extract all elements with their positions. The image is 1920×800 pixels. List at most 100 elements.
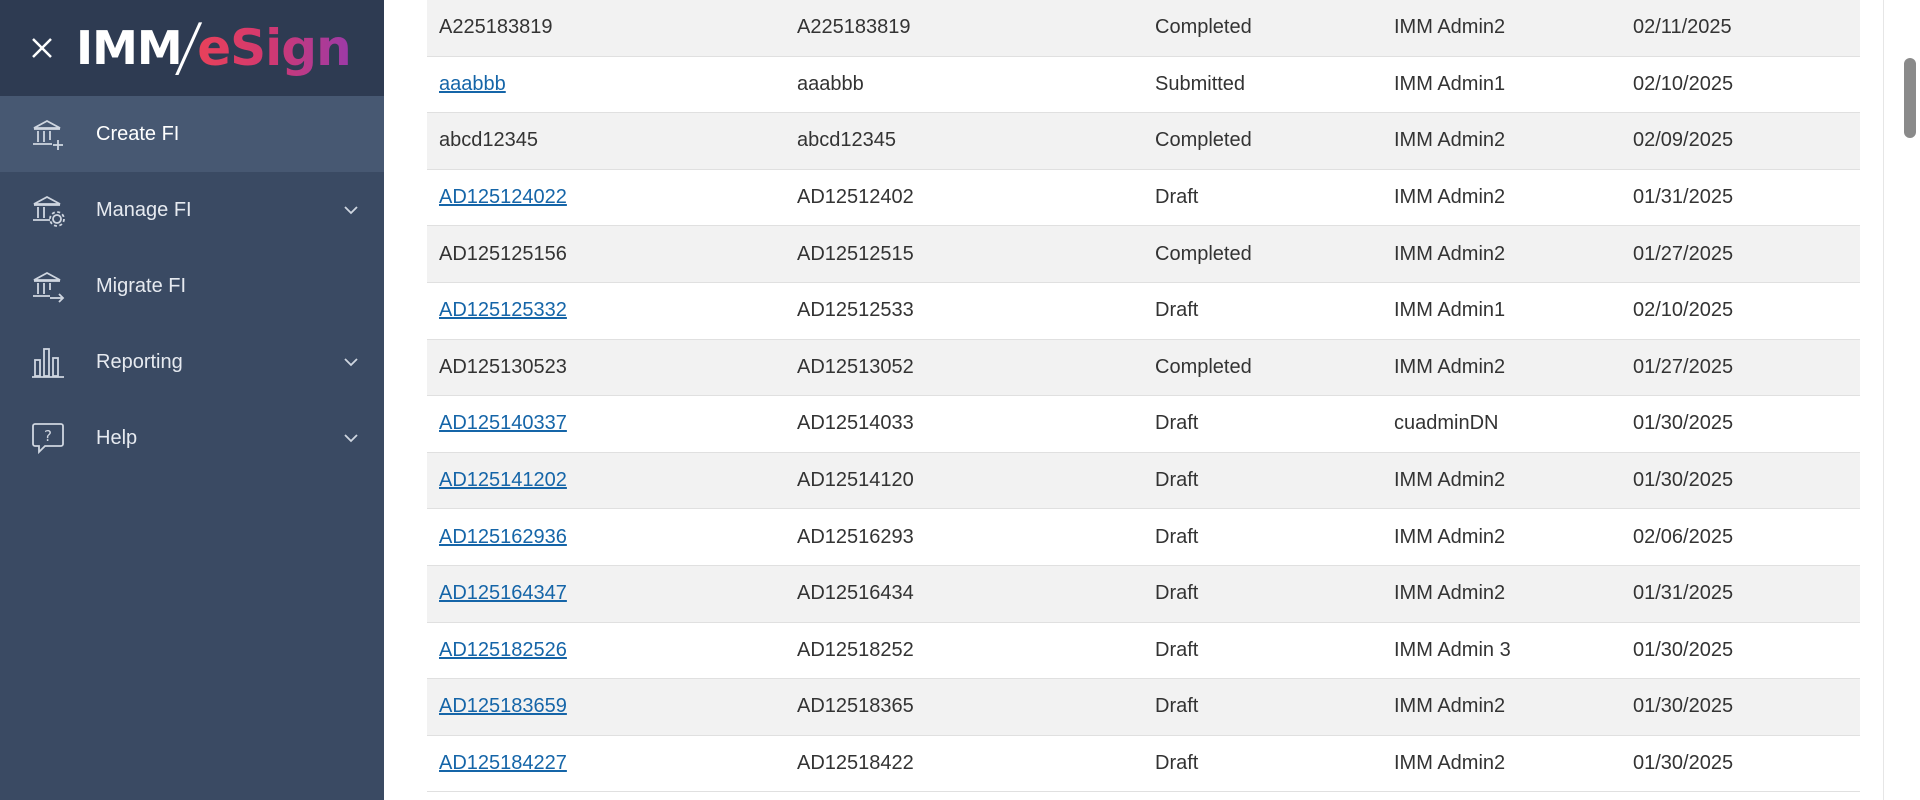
cell-date: 02/09/2025 xyxy=(1633,129,1734,152)
cell-user: IMM Admin 3 xyxy=(1394,638,1511,661)
sidebar-item-label: Reporting xyxy=(96,350,183,373)
sidebar: IMM / eSign Create FI Manage FI Migrate … xyxy=(0,0,384,800)
table-row: AD125141202 AD12514120 Draft IMM Admin2 01/3… xyxy=(427,452,1860,510)
cell-code: AD12512515 xyxy=(797,242,914,265)
cell-date: 02/11/2025 xyxy=(1633,16,1732,39)
record-link[interactable]: AD125183659 xyxy=(439,695,567,718)
scrollbar[interactable] xyxy=(1883,0,1920,800)
cell-status: Draft xyxy=(1155,299,1199,322)
cell-reference-id: AD125125156 xyxy=(439,242,567,265)
cell-status: Draft xyxy=(1155,582,1199,605)
cell-date: 01/31/2025 xyxy=(1633,582,1734,605)
cell-user: IMM Admin2 xyxy=(1394,582,1506,605)
cell-date: 01/30/2025 xyxy=(1633,638,1734,661)
help-bubble-icon: ? xyxy=(32,423,64,455)
table-row: AD125125332 AD12512533 Draft IMM Admin1 02/1… xyxy=(427,282,1860,340)
sidebar-item-label: Manage FI xyxy=(96,198,192,221)
sidebar-item-manage-fi[interactable]: Manage FI xyxy=(0,172,384,248)
svg-text:?: ? xyxy=(44,427,52,445)
cell-user: IMM Admin2 xyxy=(1394,186,1506,209)
record-link[interactable]: AD125182526 xyxy=(439,639,567,662)
cell-code: AD12512402 xyxy=(797,186,914,209)
cell-status: Draft xyxy=(1155,186,1199,209)
cell-date: 01/31/2025 xyxy=(1633,186,1734,209)
cell-date: 01/30/2025 xyxy=(1633,752,1734,775)
record-link[interactable]: aaabbb xyxy=(439,73,506,96)
sidebar-item-create-fi[interactable]: Create FI xyxy=(0,96,384,172)
bank-arrow-icon xyxy=(33,271,65,303)
record-link[interactable]: AD125140337 xyxy=(439,412,567,435)
table-row: A225183819 A225183819 Completed IMM Admin2 0… xyxy=(427,0,1860,57)
cell-date: 01/27/2025 xyxy=(1633,355,1734,378)
cell-status: Draft xyxy=(1155,695,1199,718)
cell-user: IMM Admin2 xyxy=(1394,525,1506,548)
cell-user: IMM Admin1 xyxy=(1394,299,1506,322)
sidebar-item-migrate-fi[interactable]: Migrate FI xyxy=(0,248,384,324)
app-logo: IMM / eSign xyxy=(76,10,352,86)
logo-text-esign: eSign xyxy=(197,19,351,77)
cell-code: AD12512533 xyxy=(797,299,914,322)
results-table: A225183819 A225183819 Completed IMM Admin2 0… xyxy=(427,0,1860,793)
scrollbar-thumb[interactable] xyxy=(1904,58,1916,138)
cell-user: IMM Admin2 xyxy=(1394,16,1506,39)
cell-date: 02/10/2025 xyxy=(1633,299,1734,322)
bank-plus-icon xyxy=(33,119,63,150)
brand-header: IMM / eSign xyxy=(0,0,384,96)
table-row: AD125130523 AD12513052 Completed IMM Admin2… xyxy=(427,339,1860,397)
table-row: AD125125156 AD12512515 Completed IMM Admin2… xyxy=(427,226,1860,283)
cell-status: Completed xyxy=(1155,129,1252,152)
chevron-down-icon xyxy=(344,434,358,443)
record-link[interactable]: AD125184227 xyxy=(439,752,567,775)
cell-status: Completed xyxy=(1155,355,1252,378)
cell-reference-id: abcd12345 xyxy=(439,129,538,152)
table-row: AD125162936 AD12516293 Draft IMM Admin2 02/0… xyxy=(427,509,1860,566)
cell-code: AD12513052 xyxy=(797,355,914,378)
cell-user: IMM Admin2 xyxy=(1394,355,1506,378)
main-content: A225183819 A225183819 Completed IMM Admin2 0… xyxy=(384,0,1920,800)
sidebar-item-label: Help xyxy=(96,426,138,449)
record-link[interactable]: AD125164347 xyxy=(439,582,567,605)
cell-code: AD12516293 xyxy=(797,525,914,548)
close-icon[interactable] xyxy=(26,32,58,64)
cell-user: IMM Admin2 xyxy=(1394,469,1506,492)
sidebar-item-reporting[interactable]: Reporting xyxy=(0,324,384,400)
bar-chart-icon xyxy=(32,348,64,378)
cell-reference-id: AD125130523 xyxy=(439,355,567,378)
cell-date: 01/30/2025 xyxy=(1633,412,1734,435)
record-link[interactable]: AD125162936 xyxy=(439,526,567,549)
cell-code: AD12514120 xyxy=(797,469,914,492)
cell-user: IMM Admin1 xyxy=(1394,72,1506,95)
table-row: AD125182526 AD12518252 Draft IMM Admin 3 01/… xyxy=(427,622,1860,680)
cell-status: Submitted xyxy=(1155,72,1246,95)
bank-gear-icon xyxy=(33,195,65,227)
chevron-down-icon xyxy=(344,206,358,215)
cell-date: 02/10/2025 xyxy=(1633,72,1734,95)
cell-date: 01/30/2025 xyxy=(1633,695,1734,718)
cell-user: IMM Admin2 xyxy=(1394,752,1506,775)
logo-text-imm: IMM xyxy=(76,21,183,75)
record-link[interactable]: AD125125332 xyxy=(439,299,567,322)
table-row: AD125184227 AD12518422 Draft IMM Admin2 01/3… xyxy=(427,735,1860,793)
chevron-down-icon xyxy=(344,358,358,367)
cell-status: Draft xyxy=(1155,412,1199,435)
cell-reference-id: A225183819 xyxy=(439,16,553,39)
cell-code: AD12514033 xyxy=(797,412,914,435)
cell-date: 02/06/2025 xyxy=(1633,525,1734,548)
cell-date: 01/27/2025 xyxy=(1633,242,1734,265)
cell-date: 01/30/2025 xyxy=(1633,469,1734,492)
sidebar-item-help[interactable]: ? Help xyxy=(0,400,384,476)
sidebar-item-label: Create FI xyxy=(96,122,180,145)
cell-user: IMM Admin2 xyxy=(1394,242,1506,265)
cell-status: Draft xyxy=(1155,469,1199,492)
sidebar-item-label: Migrate FI xyxy=(96,274,187,297)
record-link[interactable]: AD125124022 xyxy=(439,186,567,209)
cell-code: A225183819 xyxy=(797,16,911,39)
cell-status: Draft xyxy=(1155,638,1199,661)
record-link[interactable]: AD125141202 xyxy=(439,469,567,492)
table-row: AD125183659 AD12518365 Draft IMM Admin2 01/3… xyxy=(427,679,1860,736)
cell-code: AD12518365 xyxy=(797,695,914,718)
cell-status: Draft xyxy=(1155,525,1199,548)
cell-user: IMM Admin2 xyxy=(1394,695,1506,718)
cell-user: cuadminDN xyxy=(1394,412,1499,435)
cell-user: IMM Admin2 xyxy=(1394,129,1506,152)
